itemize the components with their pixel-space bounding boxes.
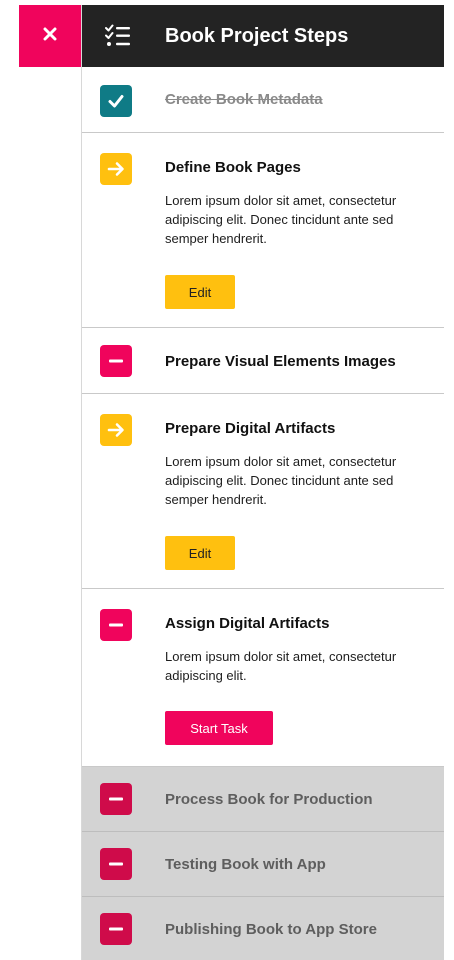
step-create-book-metadata[interactable]: Create Book Metadata bbox=[82, 67, 444, 133]
arrow-right-icon bbox=[100, 414, 132, 446]
minus-icon bbox=[100, 913, 132, 945]
step-title: Publishing Book to App Store bbox=[165, 921, 377, 938]
step-description: Lorem ipsum dolor sit amet, consectetur … bbox=[165, 193, 397, 246]
step-assign-digital-artifacts[interactable]: Assign Digital Artifacts Lorem ipsum dol… bbox=[82, 589, 444, 767]
step-process-book-for-production[interactable]: Process Book for Production bbox=[82, 767, 444, 832]
minus-icon bbox=[100, 345, 132, 377]
step-testing-book-with-app[interactable]: Testing Book with App bbox=[82, 832, 444, 897]
checklist-icon bbox=[103, 24, 133, 48]
minus-icon bbox=[100, 609, 132, 641]
step-title: Prepare Visual Elements Images bbox=[165, 353, 396, 370]
step-prepare-digital-artifacts[interactable]: Prepare Digital Artifacts Lorem ipsum do… bbox=[82, 394, 444, 589]
panel-title: Book Project Steps bbox=[165, 24, 349, 47]
step-title: Create Book Metadata bbox=[165, 91, 323, 108]
edit-button[interactable]: Edit bbox=[165, 536, 235, 570]
step-description: Lorem ipsum dolor sit amet, consectetur … bbox=[165, 649, 397, 683]
arrow-right-icon bbox=[100, 153, 132, 185]
minus-icon bbox=[100, 848, 132, 880]
close-button[interactable] bbox=[19, 5, 81, 67]
step-title: Process Book for Production bbox=[165, 791, 373, 808]
start-task-button[interactable]: Start Task bbox=[165, 711, 273, 745]
page: Book Project Steps Create Book Metadata … bbox=[0, 0, 454, 960]
checkmark-icon bbox=[100, 85, 132, 117]
step-title: Define Book Pages bbox=[165, 159, 301, 176]
panel-header: Book Project Steps bbox=[82, 5, 444, 67]
step-publishing-book-to-app-store[interactable]: Publishing Book to App Store bbox=[82, 897, 444, 960]
step-prepare-visual-elements-images[interactable]: Prepare Visual Elements Images bbox=[82, 328, 444, 394]
step-description: Lorem ipsum dolor sit amet, consectetur … bbox=[165, 454, 397, 507]
edit-button[interactable]: Edit bbox=[165, 275, 235, 309]
minus-icon bbox=[100, 783, 132, 815]
step-title: Assign Digital Artifacts bbox=[165, 615, 330, 632]
step-title: Testing Book with App bbox=[165, 856, 326, 873]
steps-panel: Book Project Steps Create Book Metadata … bbox=[81, 5, 444, 960]
step-title: Prepare Digital Artifacts bbox=[165, 420, 336, 437]
close-icon bbox=[43, 27, 57, 46]
step-define-book-pages[interactable]: Define Book Pages Lorem ipsum dolor sit … bbox=[82, 133, 444, 328]
